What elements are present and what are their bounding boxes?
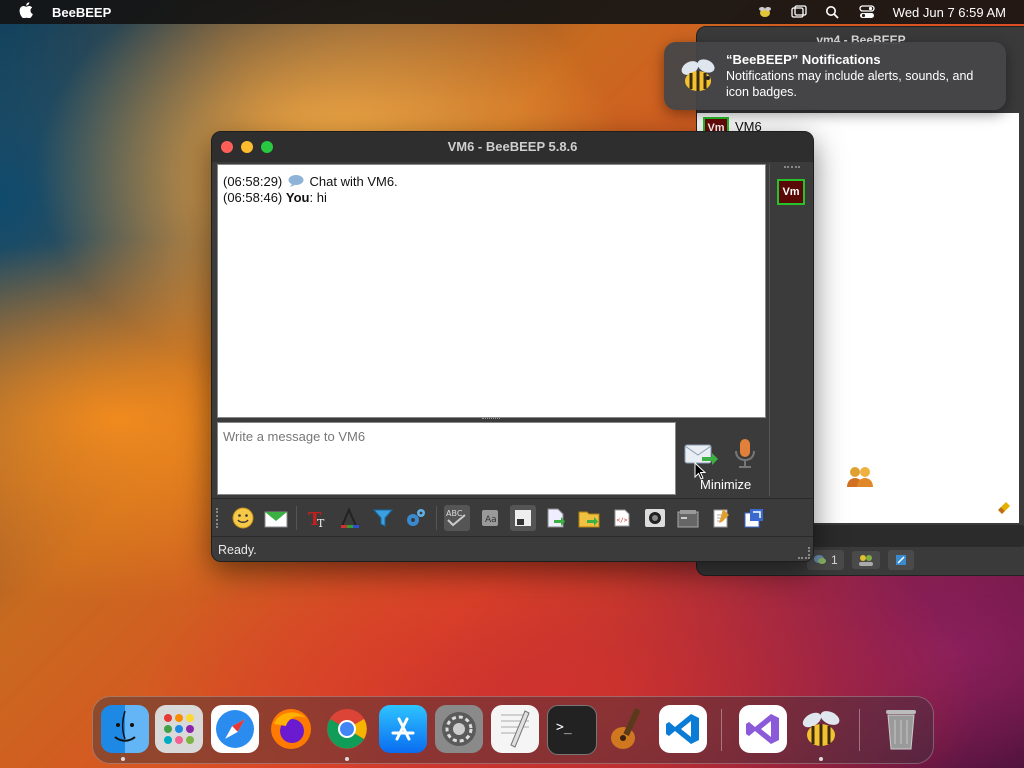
filter-icon[interactable] <box>370 505 396 531</box>
menubar-status-area: Wed Jun 7 6:59 AM <box>757 5 1006 20</box>
group-chat-icon <box>895 555 906 565</box>
users-icon <box>858 555 873 566</box>
member-avatar[interactable]: Vm <box>777 179 805 205</box>
message-input-box[interactable] <box>217 422 676 495</box>
users-button[interactable] <box>851 551 880 569</box>
chat-window[interactable]: VM6 - BeeBEEP 5.8.6 (06:58:29) Chat with… <box>211 131 814 562</box>
running-indicator <box>345 757 349 761</box>
chat-history[interactable]: (06:58:29) Chat with VM6. (06:58:46) You… <box>217 164 766 418</box>
window-titlebar[interactable]: VM6 - BeeBEEP 5.8.6 <box>212 132 813 162</box>
toolbar-grip[interactable] <box>216 507 222 528</box>
window-title: VM6 - BeeBEEP 5.8.6 <box>447 139 578 154</box>
clear-chat-icon[interactable] <box>708 505 734 531</box>
running-indicator <box>819 757 823 761</box>
background-toolbar: 1 <box>807 550 914 570</box>
chrome-icon[interactable] <box>323 705 371 753</box>
vscode-icon[interactable] <box>659 705 707 753</box>
window-icon[interactable] <box>791 5 807 19</box>
users-group-icon <box>845 465 875 489</box>
text-font-icon[interactable]: TT <box>304 505 330 531</box>
chat-line: (06:58:29) Chat with VM6. <box>223 174 398 189</box>
background-search-bar[interactable] <box>807 525 1024 547</box>
svg-text:>_: >_ <box>556 720 572 735</box>
dock-separator <box>721 709 722 751</box>
spellcheck-icon[interactable]: ABC <box>444 504 470 531</box>
groups-button[interactable] <box>887 550 914 570</box>
online-users-count: 1 <box>831 553 838 567</box>
emoticon-icon[interactable] <box>230 505 256 531</box>
notification-title: “BeeBEEP” Notifications <box>726 52 881 67</box>
chat-toolbar: TT ABC Aa </> <box>212 498 813 536</box>
chat-text: : hi <box>309 190 327 205</box>
beebeep-bee-icon <box>676 54 720 98</box>
clear-broom-icon[interactable] <box>997 501 1011 518</box>
toolbar-separator <box>436 505 437 530</box>
chat-bubbles-icon <box>814 555 826 564</box>
trash-icon[interactable] <box>877 705 925 753</box>
svg-text:Aa: Aa <box>485 515 497 525</box>
chat-members-panel: Vm <box>769 164 812 496</box>
splitter-handle[interactable] <box>482 418 500 421</box>
send-file-icon[interactable] <box>543 505 569 531</box>
detach-window-icon[interactable] <box>741 505 767 531</box>
apple-icon[interactable] <box>18 2 34 22</box>
textedit-icon[interactable] <box>491 705 539 753</box>
chat-timestamp: (06:58:46) <box>223 190 283 205</box>
launchpad-icon[interactable] <box>155 705 203 753</box>
spotlight-icon[interactable] <box>825 5 841 19</box>
html-source-icon[interactable]: </> <box>609 505 635 531</box>
beebeep-menubar-icon[interactable] <box>757 5 773 19</box>
toolbar-separator <box>296 505 297 530</box>
finder-icon[interactable] <box>101 705 149 753</box>
dock-separator <box>859 709 860 751</box>
running-indicator <box>121 757 125 761</box>
dictionary-icon[interactable]: Aa <box>477 505 503 531</box>
chat-sender: You <box>285 190 310 205</box>
menu-bar: BeeBEEP Wed Jun 7 6:59 AM <box>0 0 1024 24</box>
terminal-icon[interactable]: >_ <box>547 705 597 755</box>
firefox-icon[interactable] <box>267 705 315 753</box>
safari-icon[interactable] <box>211 705 259 753</box>
beebeep-dock-icon[interactable] <box>797 705 845 753</box>
notification-banner[interactable]: “BeeBEEP” Notifications Notifications ma… <box>664 42 1006 110</box>
text-color-icon[interactable] <box>337 505 363 531</box>
notification-body: Notifications may include alerts, sounds… <box>726 69 974 99</box>
svg-text:T: T <box>317 517 325 529</box>
svg-text:ABC: ABC <box>446 509 463 518</box>
tooltip: Minimize <box>700 477 752 492</box>
menubar-clock[interactable]: Wed Jun 7 6:59 AM <box>893 5 1006 20</box>
chat-bubble-icon <box>288 175 304 187</box>
dock: >_ <box>92 696 934 764</box>
send-mail-icon[interactable] <box>263 505 289 531</box>
status-text: Ready. <box>218 543 257 557</box>
chat-line: (06:58:46) You: hi <box>223 190 327 205</box>
app-menu-name[interactable]: BeeBEEP <box>52 5 111 20</box>
resize-grip[interactable] <box>798 547 810 559</box>
settings-gear-icon[interactable] <box>403 505 429 531</box>
message-input[interactable] <box>218 423 675 494</box>
voice-message-icon[interactable] <box>732 438 758 470</box>
compact-view-icon[interactable] <box>510 504 536 531</box>
app-store-icon[interactable] <box>379 705 427 753</box>
garageband-icon[interactable] <box>603 705 651 753</box>
system-settings-icon[interactable] <box>435 705 483 753</box>
visual-studio-icon[interactable] <box>739 705 787 753</box>
save-chat-icon[interactable] <box>675 505 701 531</box>
send-folder-icon[interactable] <box>576 505 602 531</box>
status-bar: Ready. <box>212 536 813 561</box>
chat-timestamp: (06:58:29) <box>223 174 283 189</box>
chat-text: Chat with VM6. <box>309 174 398 189</box>
screenshot-icon[interactable] <box>642 505 668 531</box>
svg-text:</>: </> <box>617 517 628 524</box>
panel-grip[interactable] <box>784 166 800 173</box>
control-center-icon[interactable] <box>859 5 875 19</box>
